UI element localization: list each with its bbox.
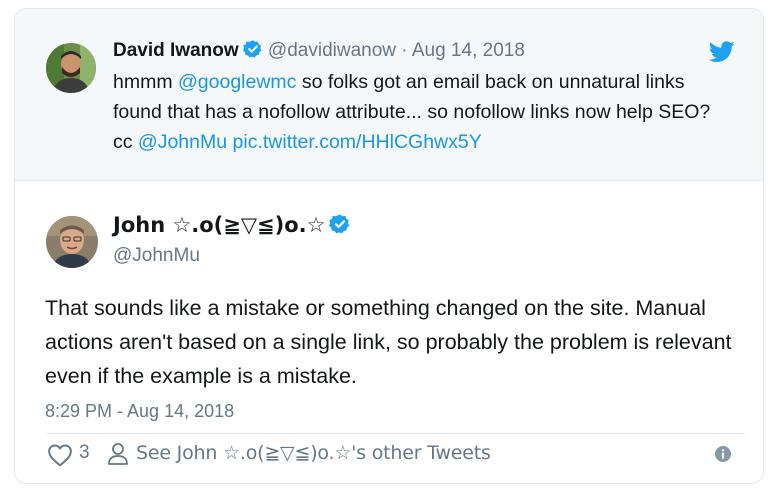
header-separator: · [401, 40, 408, 61]
main-author-name[interactable]: John ☆.o(≧▽≦)o.☆ [113, 213, 325, 237]
quoted-author-handle[interactable]: @davidiwanow [268, 40, 396, 61]
verified-badge-icon [329, 213, 351, 240]
quoted-tweet-text: hmmm @googlewmc so folks got an email ba… [113, 67, 733, 157]
heart-icon[interactable] [47, 443, 73, 472]
quoted-tweet-date[interactable]: Aug 14, 2018 [412, 40, 525, 61]
info-icon[interactable] [715, 446, 731, 467]
quoted-tweet-header: David Iwanow @davidiwanow · Aug 14, 2018 [113, 39, 525, 65]
quoted-tweet[interactable]: David Iwanow @davidiwanow · Aug 14, 2018… [15, 9, 763, 181]
mention-googlewmc-link[interactable]: @googlewmc [178, 71, 296, 93]
twitter-bird-icon[interactable] [708, 41, 735, 68]
tweet-actions-bar: 3 See John ☆.o(≧▽≦)o.☆'s other Tweets [45, 433, 745, 470]
quoted-author-name[interactable]: David Iwanow [113, 40, 239, 61]
person-icon[interactable] [107, 442, 129, 471]
tweet-timestamp[interactable]: 8:29 PM - Aug 14, 2018 [45, 401, 234, 422]
pic-twitter-link[interactable]: pic.twitter.com/HHlCGhwx5Y [233, 131, 482, 153]
main-author-name-row: John ☆.o(≧▽≦)o.☆ [113, 213, 351, 240]
main-tweet-text: That sounds like a mistake or something … [45, 296, 732, 388]
see-other-tweets-link[interactable]: See John ☆.o(≧▽≦)o.☆'s other Tweets [136, 442, 491, 464]
quoted-text-part: hmmm [113, 71, 178, 93]
mention-johnmu-link[interactable]: @JohnMu [138, 131, 227, 153]
like-count[interactable]: 3 [79, 442, 90, 464]
verified-badge-icon [242, 39, 263, 65]
embedded-tweet-card: David Iwanow @davidiwanow · Aug 14, 2018… [14, 8, 764, 484]
john-mu-avatar[interactable] [46, 216, 98, 268]
david-iwanow-avatar[interactable] [46, 43, 96, 93]
main-author-handle[interactable]: @JohnMu [113, 245, 200, 267]
